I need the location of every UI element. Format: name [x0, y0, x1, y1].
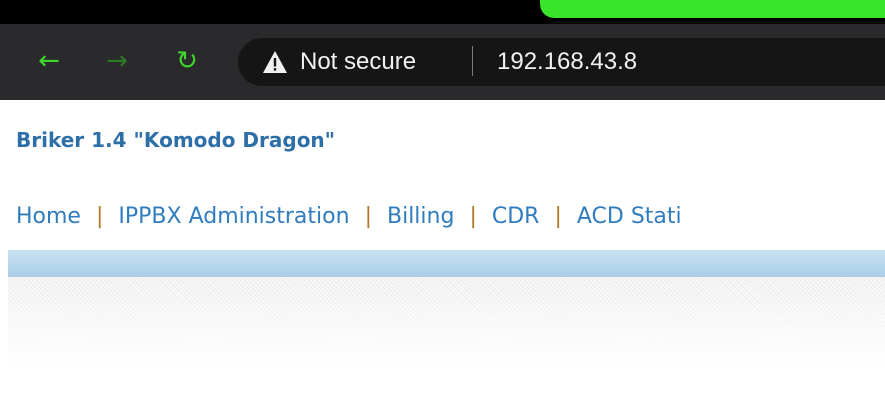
nav-separator: |	[554, 203, 562, 229]
url-text[interactable]: 192.168.43.8	[497, 44, 637, 80]
main-nav-menu: Home | IPPBX Administration | Billing | …	[16, 198, 682, 234]
nav-link-ippbx-administration[interactable]: IPPBX Administration	[118, 204, 349, 229]
security-status-label[interactable]: Not secure	[300, 44, 416, 80]
header-bar	[8, 250, 885, 277]
browser-window: ← → ↻ Not secure 192.168.43.8 Briker 1.4…	[0, 0, 885, 405]
omnibox-divider	[472, 46, 473, 76]
tab-strip	[0, 0, 885, 24]
page-margin	[0, 100, 8, 405]
content-area	[8, 277, 885, 405]
site-title: Briker 1.4 "Komodo Dragon"	[16, 128, 336, 152]
active-tab[interactable]	[540, 0, 885, 18]
warning-triangle-icon[interactable]	[262, 49, 288, 75]
arrow-right-icon[interactable]: →	[100, 44, 134, 78]
nav-separator: |	[469, 203, 477, 229]
nav-separator: |	[364, 203, 372, 229]
nav-link-cdr[interactable]: CDR	[492, 204, 540, 229]
arrow-left-icon[interactable]: ←	[32, 44, 66, 78]
reload-icon[interactable]: ↻	[170, 44, 204, 78]
nav-separator: |	[95, 203, 104, 229]
nav-link-acd-statistics[interactable]: ACD Stati	[577, 204, 682, 229]
nav-link-home[interactable]: Home	[16, 204, 81, 229]
nav-link-billing[interactable]: Billing	[387, 204, 454, 229]
